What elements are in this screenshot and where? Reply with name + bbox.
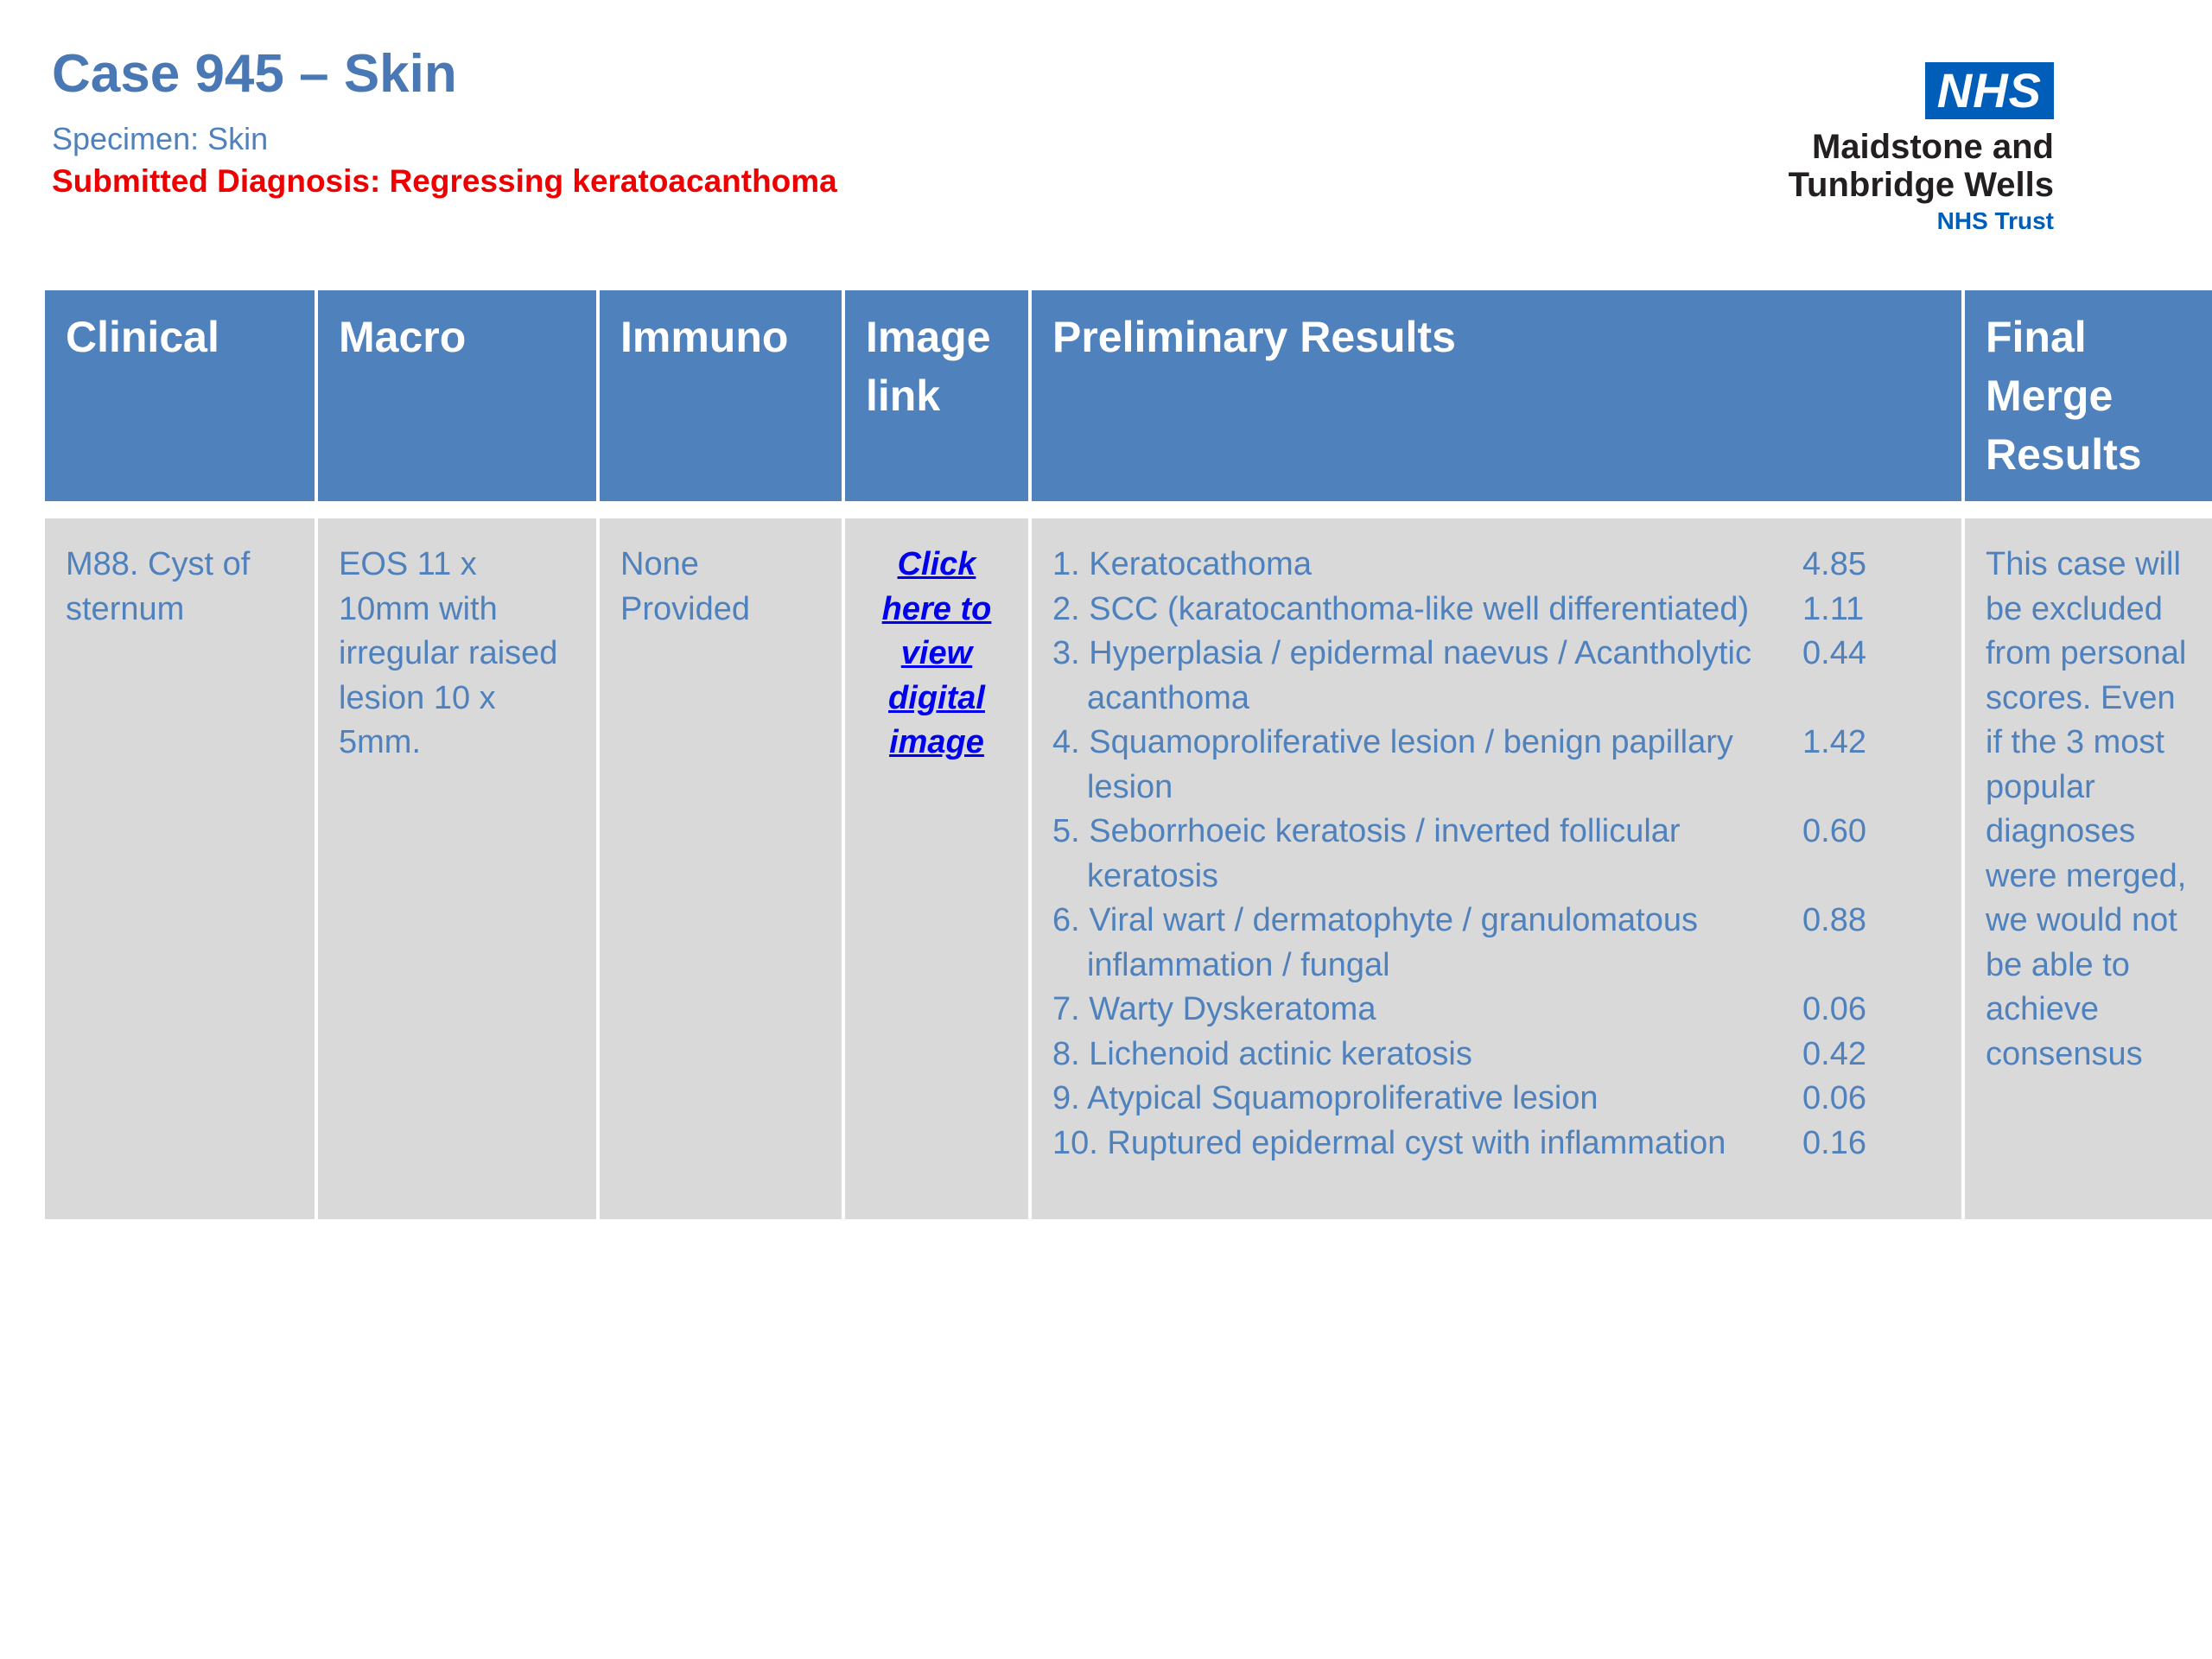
header-image-link-line1: Image — [866, 313, 991, 361]
result-score: 1.11 — [1802, 590, 1865, 627]
result-label: 3. Hyperplasia / epidermal naevus / Acan… — [1052, 635, 1751, 716]
link-line3: view — [900, 635, 973, 671]
result-score: 0.16 — [1802, 1124, 1866, 1161]
preliminary-results-list: 1. Keratocathoma 4.85 2. SCC (karatocant… — [1052, 543, 1941, 1166]
org-name-line1: Maidstone and — [1811, 128, 2054, 166]
list-item: 5. Seborrhoeic keratosis / inverted foll… — [1052, 810, 1941, 899]
nhs-badge-icon: NHS — [1924, 62, 2054, 119]
result-label: 9. Atypical Squamoproliferative lesion — [1052, 1080, 1599, 1116]
list-item: 2. SCC (karatocanthoma-like well differe… — [1052, 588, 1941, 632]
list-item: 6. Viral wart / dermatophyte / granuloma… — [1052, 899, 1941, 988]
result-score: 4.85 — [1802, 546, 1866, 582]
cell-macro: EOS 11 x 10mm with irregular raised lesi… — [318, 518, 596, 1219]
link-line5: image — [889, 724, 984, 760]
list-item: 1. Keratocathoma 4.85 — [1052, 543, 1941, 588]
org-trust: NHS Trust — [1936, 207, 2054, 234]
list-item: 10. Ruptured epidermal cyst with inflamm… — [1052, 1122, 1941, 1166]
header-macro: Macro — [318, 290, 596, 518]
result-score: 0.60 — [1802, 813, 1866, 849]
table-row: M88. Cyst of sternum EOS 11 x 10mm with … — [45, 518, 2212, 1219]
header-final-merge: Final Merge Results — [1965, 290, 2212, 518]
list-item: 8. Lichenoid actinic keratosis 0.42 — [1052, 1033, 1941, 1077]
header-final-line1: Final — [1986, 313, 2087, 361]
result-label: 8. Lichenoid actinic keratosis — [1052, 1035, 1472, 1072]
cell-final-merge: This case will be excluded from personal… — [1965, 518, 2212, 1219]
nhs-logo: NHS Maidstone and Tunbridge Wells NHS Tr… — [1691, 62, 2054, 235]
result-label: 1. Keratocathoma — [1052, 546, 1312, 582]
result-score: 0.44 — [1802, 635, 1866, 671]
result-label: 7. Warty Dyskeratoma — [1052, 991, 1376, 1027]
list-item: 7. Warty Dyskeratoma 0.06 — [1052, 988, 1941, 1033]
result-score: 0.42 — [1802, 1035, 1866, 1072]
link-line1: Click — [897, 546, 976, 582]
submitted-diagnosis: Submitted Diagnosis: Regressing keratoac… — [52, 163, 837, 200]
result-score: 0.06 — [1802, 1080, 1866, 1116]
cell-clinical: M88. Cyst of sternum — [45, 518, 315, 1219]
case-title: Case 945 – Skin — [52, 44, 457, 104]
header-clinical: Clinical — [45, 290, 315, 518]
result-score: 0.06 — [1802, 991, 1866, 1027]
result-label: 6. Viral wart / dermatophyte / granuloma… — [1052, 902, 1699, 983]
result-label: 5. Seborrhoeic keratosis / inverted foll… — [1052, 813, 1681, 894]
specimen-label: Specimen: Skin — [52, 121, 269, 157]
header-final-line3: Results — [1986, 430, 2142, 479]
list-item: 9. Atypical Squamoproliferative lesion 0… — [1052, 1077, 1941, 1122]
view-digital-image-link[interactable]: Click here to view digital image — [882, 546, 992, 760]
header-image-link: Image link — [845, 290, 1028, 518]
result-label: 10. Ruptured epidermal cyst with inflamm… — [1052, 1124, 1726, 1161]
result-label: 4. Squamoproliferative lesion / benign p… — [1052, 724, 1733, 805]
header-final-line2: Merge — [1986, 372, 2113, 420]
list-item: 3. Hyperplasia / epidermal naevus / Acan… — [1052, 632, 1941, 721]
cell-preliminary-results: 1. Keratocathoma 4.85 2. SCC (karatocant… — [1032, 518, 1961, 1219]
link-line2: here to — [881, 590, 992, 627]
link-line4: digital — [888, 679, 985, 716]
result-label: 2. SCC (karatocanthoma-like well differe… — [1052, 590, 1750, 627]
table-header-row: Clinical Macro Immuno Image link Prelimi… — [45, 290, 2212, 518]
cell-image-link: Click here to view digital image — [845, 518, 1028, 1219]
org-name-line2: Tunbridge Wells — [1788, 166, 2054, 204]
result-score: 1.42 — [1802, 724, 1866, 760]
org-name: Maidstone and Tunbridge Wells — [1691, 128, 2054, 204]
cell-immuno: None Provided — [600, 518, 842, 1219]
header-immuno: Immuno — [600, 290, 842, 518]
results-table: Clinical Macro Immuno Image link Prelimi… — [41, 290, 2212, 1219]
header-image-link-line2: link — [866, 372, 941, 420]
slide-header: Case 945 – Skin Specimen: Skin Submitted… — [52, 43, 837, 201]
list-item: 4. Squamoproliferative lesion / benign p… — [1052, 721, 1941, 810]
result-score: 0.88 — [1802, 902, 1866, 938]
header-preliminary-results: Preliminary Results — [1032, 290, 1961, 518]
